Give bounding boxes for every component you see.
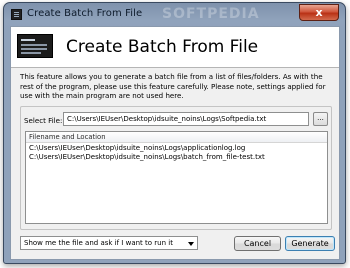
window-title: Create Batch From File bbox=[27, 8, 143, 19]
app-icon bbox=[11, 9, 22, 20]
list-column-header[interactable]: Filename and Location bbox=[26, 132, 327, 143]
dialog-window: Create Batch From File SOFTPEDIA x Creat… bbox=[3, 2, 346, 264]
list-item[interactable]: C:\Users\IEUser\Desktop\idsuite_noins\Lo… bbox=[29, 144, 245, 153]
close-icon: x bbox=[315, 6, 323, 19]
browse-button[interactable]: ... bbox=[313, 112, 328, 126]
close-button[interactable]: x bbox=[299, 4, 339, 21]
run-option-value: Show me the file and ask if I want to ru… bbox=[24, 239, 173, 247]
run-option-select[interactable]: Show me the file and ask if I want to ru… bbox=[20, 236, 198, 250]
header-banner: Create Batch From File bbox=[11, 27, 339, 67]
page-title: Create Batch From File bbox=[66, 37, 259, 57]
list-item[interactable]: C:\Users\IEUser\Desktop\idsuite_noins\Lo… bbox=[29, 153, 265, 162]
select-file-label: Select File: bbox=[24, 116, 63, 125]
file-list[interactable]: Filename and Location C:\Users\IEUser\De… bbox=[25, 131, 328, 224]
dialog-body: Create Batch From File This feature allo… bbox=[10, 26, 340, 260]
description-text: This feature allows you to generate a ba… bbox=[20, 72, 326, 101]
batch-file-icon bbox=[17, 34, 53, 58]
header-divider bbox=[11, 67, 339, 68]
title-bar[interactable]: Create Batch From File SOFTPEDIA x bbox=[4, 3, 345, 27]
chevron-down-icon bbox=[188, 242, 194, 246]
cancel-button[interactable]: Cancel bbox=[234, 236, 281, 251]
watermark: SOFTPEDIA bbox=[162, 6, 260, 22]
select-file-input[interactable] bbox=[63, 112, 309, 126]
generate-button[interactable]: Generate bbox=[285, 236, 335, 251]
